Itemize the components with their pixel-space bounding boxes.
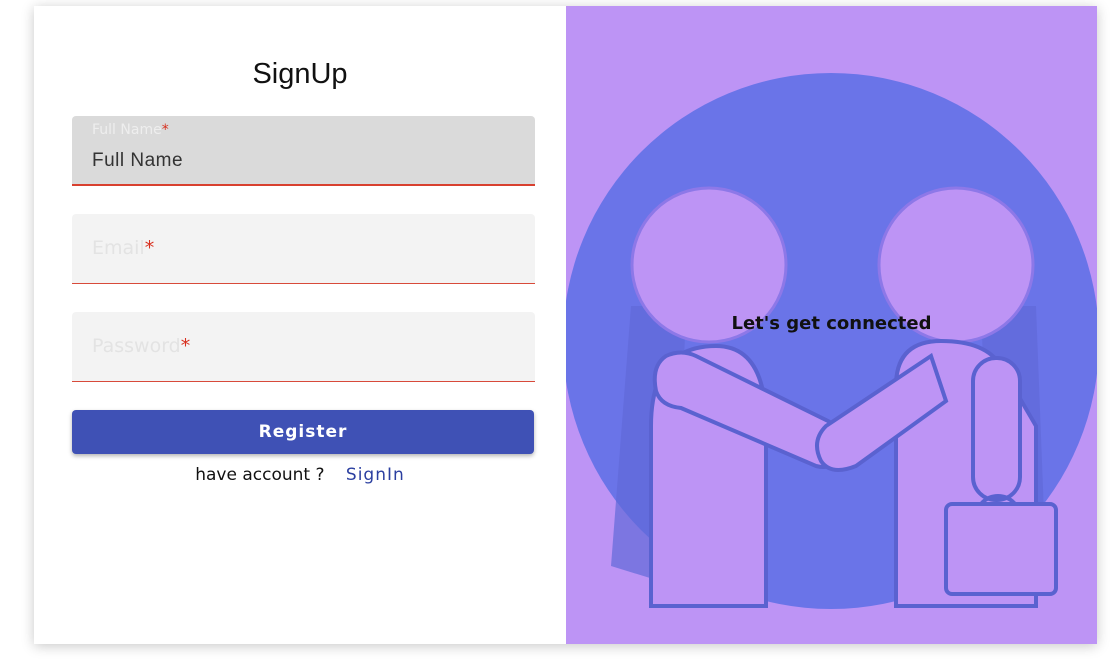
page-title: SignUp xyxy=(252,58,348,90)
illustration-panel: Let's get connected xyxy=(566,6,1097,644)
password-field[interactable]: Password* xyxy=(72,312,535,382)
full-name-value: Full Name xyxy=(92,150,184,171)
required-mark: * xyxy=(180,335,191,357)
page: SignUp Full Name* Full Name Email* Passw… xyxy=(0,0,1117,659)
required-mark: * xyxy=(161,122,169,138)
have-account-text: have account ? xyxy=(195,465,325,485)
tagline: Let's get connected xyxy=(731,313,932,334)
register-button[interactable]: Register xyxy=(72,410,534,454)
signin-link[interactable]: SignIn xyxy=(346,465,405,485)
full-name-field[interactable]: Full Name* Full Name xyxy=(72,116,535,186)
full-name-label: Full Name* xyxy=(92,122,169,138)
signup-form-panel: SignUp Full Name* Full Name Email* Passw… xyxy=(34,6,566,644)
required-mark: * xyxy=(144,237,155,259)
signup-card: SignUp Full Name* Full Name Email* Passw… xyxy=(34,6,1097,644)
signin-row: have account ? SignIn xyxy=(34,465,566,485)
email-placeholder: Email* xyxy=(92,237,155,259)
password-placeholder: Password* xyxy=(92,335,191,357)
email-field[interactable]: Email* xyxy=(72,214,535,284)
